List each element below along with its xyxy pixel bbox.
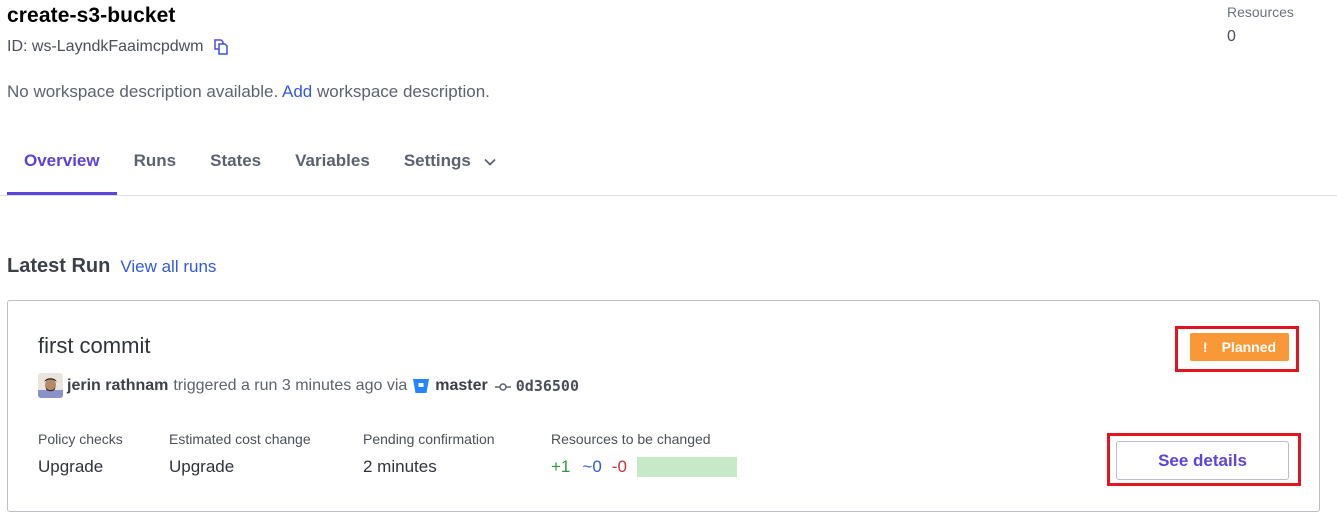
resources-destroy-count: -0 — [611, 457, 627, 476]
tab-label: Variables — [295, 151, 370, 170]
resources-summary: Resources 0 — [1227, 4, 1294, 46]
latest-run-heading: Latest Run — [7, 255, 111, 277]
tab-overview[interactable]: Overview — [7, 138, 117, 195]
run-meta: jerin rathnam triggered a run 3 minutes … — [38, 373, 579, 398]
estimated-cost-change: Estimated cost change Upgrade — [169, 431, 363, 477]
stat-value: 2 minutes — [363, 457, 437, 476]
bitbucket-icon — [412, 377, 430, 395]
stat-value: Upgrade — [38, 457, 104, 476]
view-all-runs-link[interactable]: View all runs — [120, 257, 216, 277]
resource-change-bar — [636, 457, 737, 477]
triggering-user[interactable]: jerin rathnam — [67, 377, 168, 395]
stat-label: Policy checks — [38, 431, 123, 447]
branch-name[interactable]: master — [435, 377, 487, 395]
latest-run-header: Latest Run View all runs — [7, 255, 216, 278]
tab-label: Settings — [403, 151, 471, 170]
status-label: Planned — [1221, 339, 1277, 355]
resources-add-count: +1 — [551, 457, 571, 476]
run-stats: Policy checks Upgrade Estimated cost cha… — [38, 431, 737, 477]
avatar — [38, 373, 63, 398]
tab-runs[interactable]: Runs — [117, 138, 194, 195]
workspace-description: No workspace description available. Add … — [7, 82, 490, 102]
tab-variables[interactable]: Variables — [278, 138, 387, 195]
stat-label: Resources to be changed — [551, 431, 711, 447]
commit-message[interactable]: first commit — [38, 333, 150, 359]
tab-label: States — [210, 151, 262, 170]
workspace-id: ID: ws-LayndkFaaimcpdwm — [7, 38, 230, 56]
see-details-button[interactable]: See details — [1116, 441, 1289, 480]
resource-change-counts: +1 ~0 -0 — [551, 457, 737, 477]
pending-confirmation: Pending confirmation 2 minutes — [363, 431, 551, 477]
exclamation-icon: ! — [1202, 339, 1208, 355]
resources-to-be-changed: Resources to be changed +1 ~0 -0 — [551, 431, 737, 477]
resources-change-count: ~0 — [582, 457, 602, 476]
workspace-title: create-s3-bucket — [7, 4, 176, 27]
stat-label: Estimated cost change — [169, 431, 311, 447]
resources-count: 0 — [1227, 28, 1236, 45]
trigger-text: triggered a run 3 minutes ago via — [173, 376, 408, 394]
copy-icon[interactable] — [212, 38, 230, 56]
commit-sha[interactable]: 0d36500 — [516, 377, 579, 395]
git-commit-icon — [494, 380, 512, 392]
tab-states[interactable]: States — [193, 138, 278, 195]
description-suffix: workspace description. — [316, 82, 490, 101]
chevron-down-icon — [484, 158, 496, 166]
workspace-id-text: ID: ws-LayndkFaaimcpdwm — [7, 38, 204, 55]
stat-label: Pending confirmation — [363, 431, 495, 447]
tab-label: Runs — [133, 151, 177, 170]
resources-label: Resources — [1227, 4, 1294, 20]
workspace-tabs: Overview Runs States Variables Settings — [7, 138, 514, 195]
policy-checks: Policy checks Upgrade — [38, 431, 169, 477]
status-badge: ! Planned — [1190, 333, 1289, 361]
tab-settings[interactable]: Settings — [387, 138, 514, 195]
add-description-link[interactable]: Add — [282, 82, 312, 101]
description-text: No workspace description available. — [7, 82, 279, 101]
tab-label: Overview — [24, 151, 100, 170]
stat-value: Upgrade — [169, 457, 235, 476]
tab-divider — [0, 195, 1337, 196]
